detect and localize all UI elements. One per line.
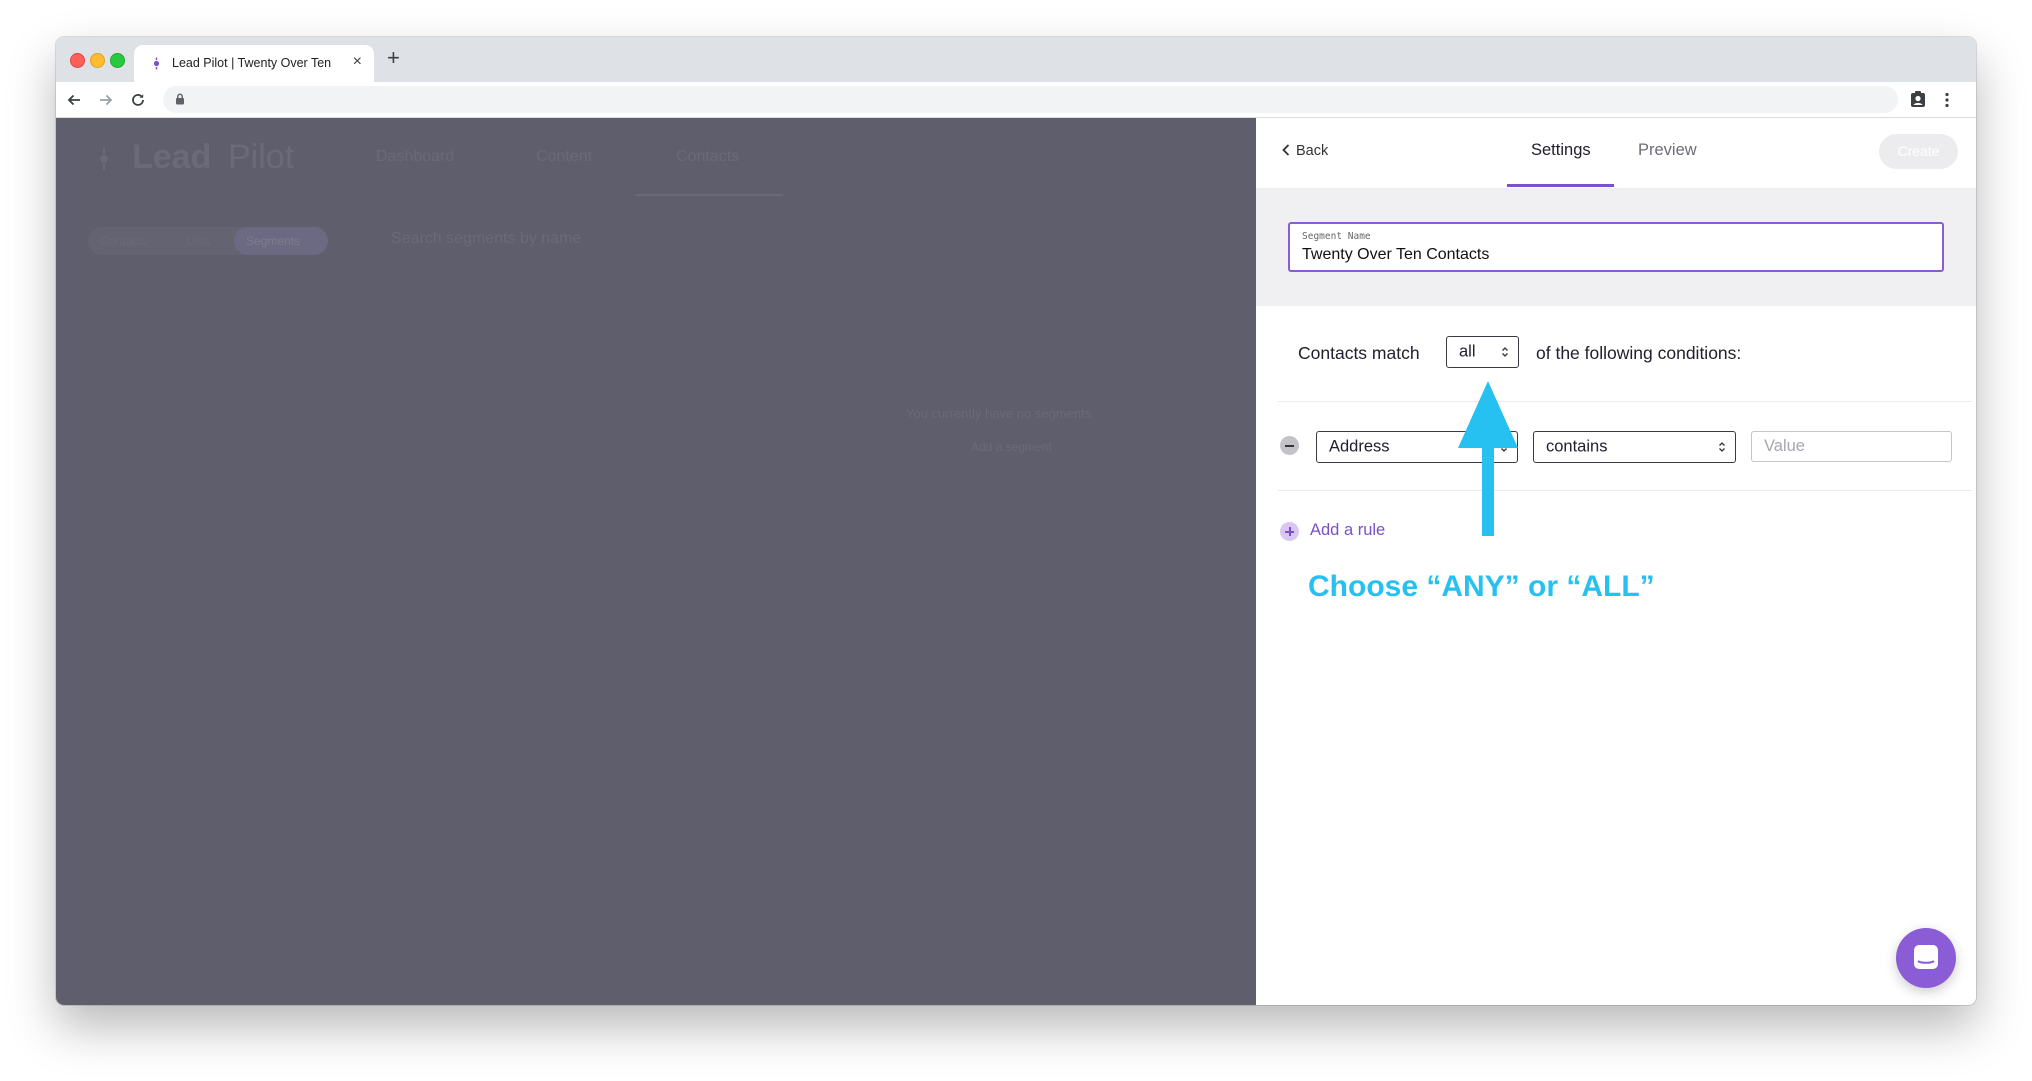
nav-contacts: Contacts — [676, 148, 740, 165]
chat-button[interactable] — [1896, 928, 1956, 988]
app-logo-bold: Lead — [132, 138, 212, 176]
menu-dots-icon[interactable] — [1945, 92, 1949, 108]
reload-icon[interactable] — [130, 92, 146, 108]
empty-state-message: You currently have no segments — [906, 406, 1092, 421]
annotation-text: Choose “ANY” or “ALL” — [1308, 570, 1655, 603]
app-logo-icon — [100, 148, 108, 170]
subnav-contacts: Contacts — [100, 234, 148, 248]
browser-toolbar — [56, 82, 1976, 118]
close-window-button[interactable] — [70, 53, 85, 68]
browser-tab[interactable]: Lead Pilot | Twenty Over Ten × — [134, 45, 374, 82]
favicon-icon — [153, 57, 160, 70]
new-tab-button[interactable]: + — [387, 47, 400, 69]
back-arrow-icon[interactable] — [66, 92, 82, 108]
close-tab-icon[interactable]: × — [353, 53, 362, 71]
app-logo-light: Pilot — [228, 138, 295, 176]
chat-icon — [1914, 945, 1938, 969]
tab-strip: Lead Pilot | Twenty Over Ten × + — [56, 37, 1976, 82]
annotation-arrow-icon — [1458, 381, 1518, 536]
segment-editor-panel: Back Settings Preview Create Segment Nam… — [1256, 118, 1976, 1005]
maximize-window-button[interactable] — [110, 53, 125, 68]
subnav-segments: Segments — [246, 234, 301, 248]
dimmed-background-app: Lead Pilot Dashboard Content Contacts Co… — [56, 118, 1256, 1005]
nav-active-underline — [636, 194, 783, 196]
minimize-window-button[interactable] — [90, 53, 105, 68]
nav-dashboard: Dashboard — [376, 148, 455, 165]
page-viewport: Lead Pilot Dashboard Content Contacts Co… — [56, 118, 1976, 1005]
lock-icon — [176, 93, 184, 105]
tab-title: Lead Pilot | Twenty Over Ten — [172, 56, 332, 70]
address-bar[interactable] — [163, 86, 1898, 113]
empty-state-button: Add a segment — [971, 440, 1052, 454]
nav-content: Content — [536, 148, 593, 165]
browser-window: Lead Pilot | Twenty Over Ten × + Lead Pi… — [56, 37, 1976, 1005]
subnav-lists: Lists — [186, 234, 211, 248]
forward-arrow-icon[interactable] — [98, 92, 114, 108]
segment-search-input: Search segments by name — [391, 230, 582, 247]
profile-icon[interactable] — [1910, 91, 1926, 108]
